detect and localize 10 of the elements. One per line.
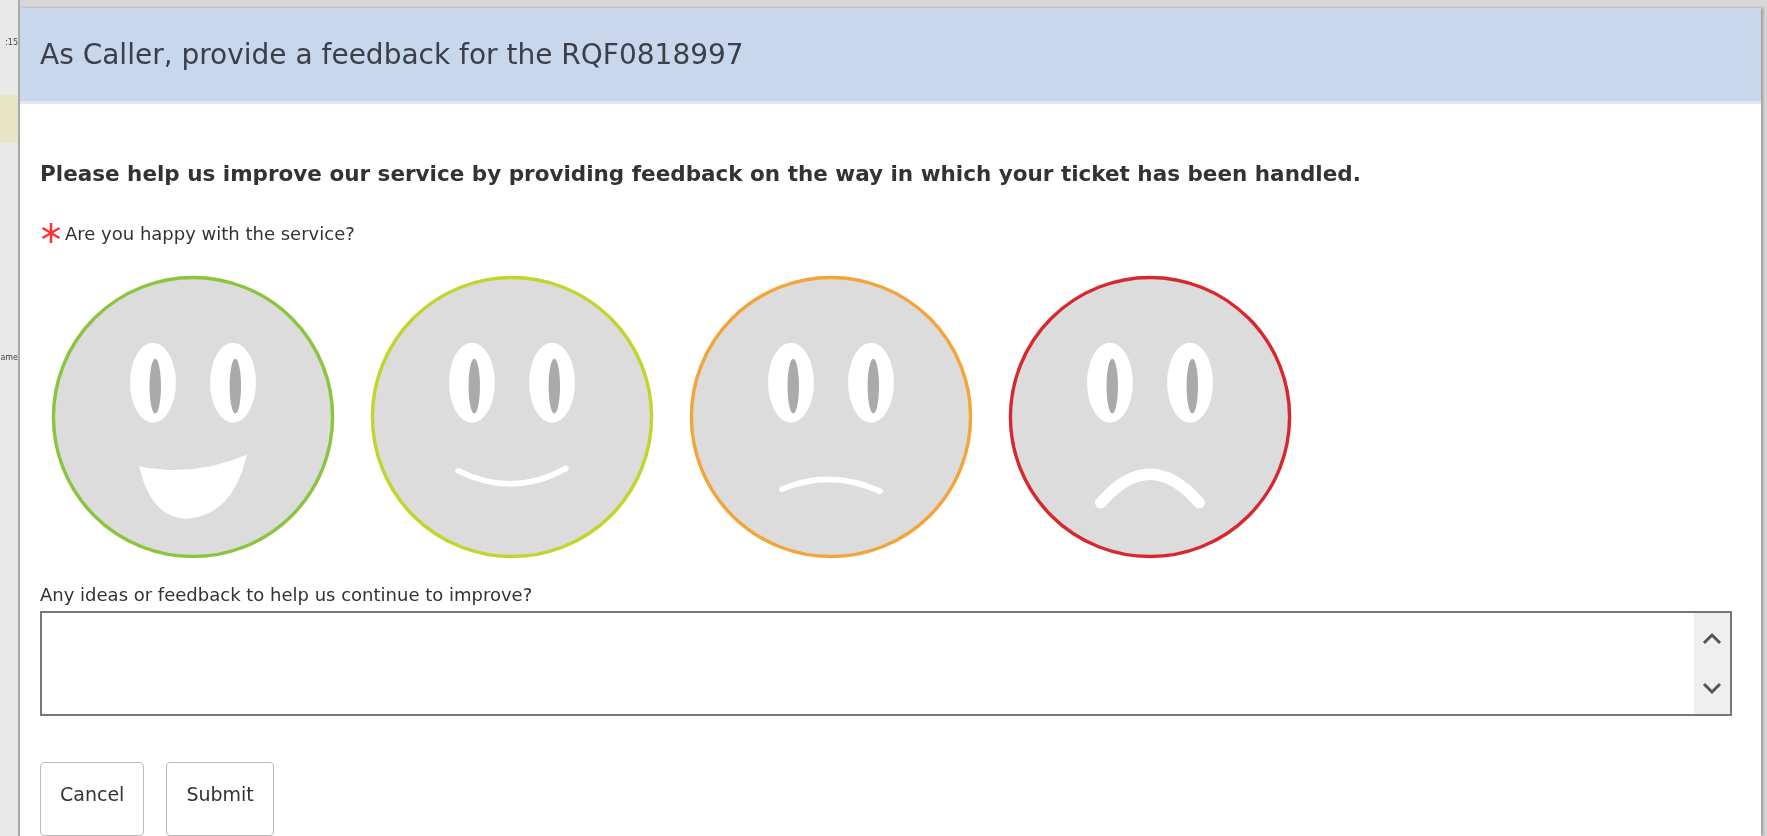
submit-button[interactable]: Submit — [166, 762, 274, 836]
background-text: ame — [0, 353, 18, 362]
comment-field[interactable] — [40, 611, 1732, 716]
cancel-button[interactable]: Cancel — [40, 762, 145, 836]
background-text: :15 — [5, 38, 18, 47]
question-label: Are you happy with the service? — [65, 222, 355, 244]
intro-text: Please help us improve our service by providing feedback on the way in which your ticket has been handled. — [40, 161, 1362, 186]
sad-face-icon[interactable] — [1007, 274, 1293, 560]
dialog-title: As Caller, provide a feedback for the RQF0818997 — [40, 38, 744, 71]
comment-label: Any ideas or feedback to help us continue to improve? — [40, 584, 534, 605]
